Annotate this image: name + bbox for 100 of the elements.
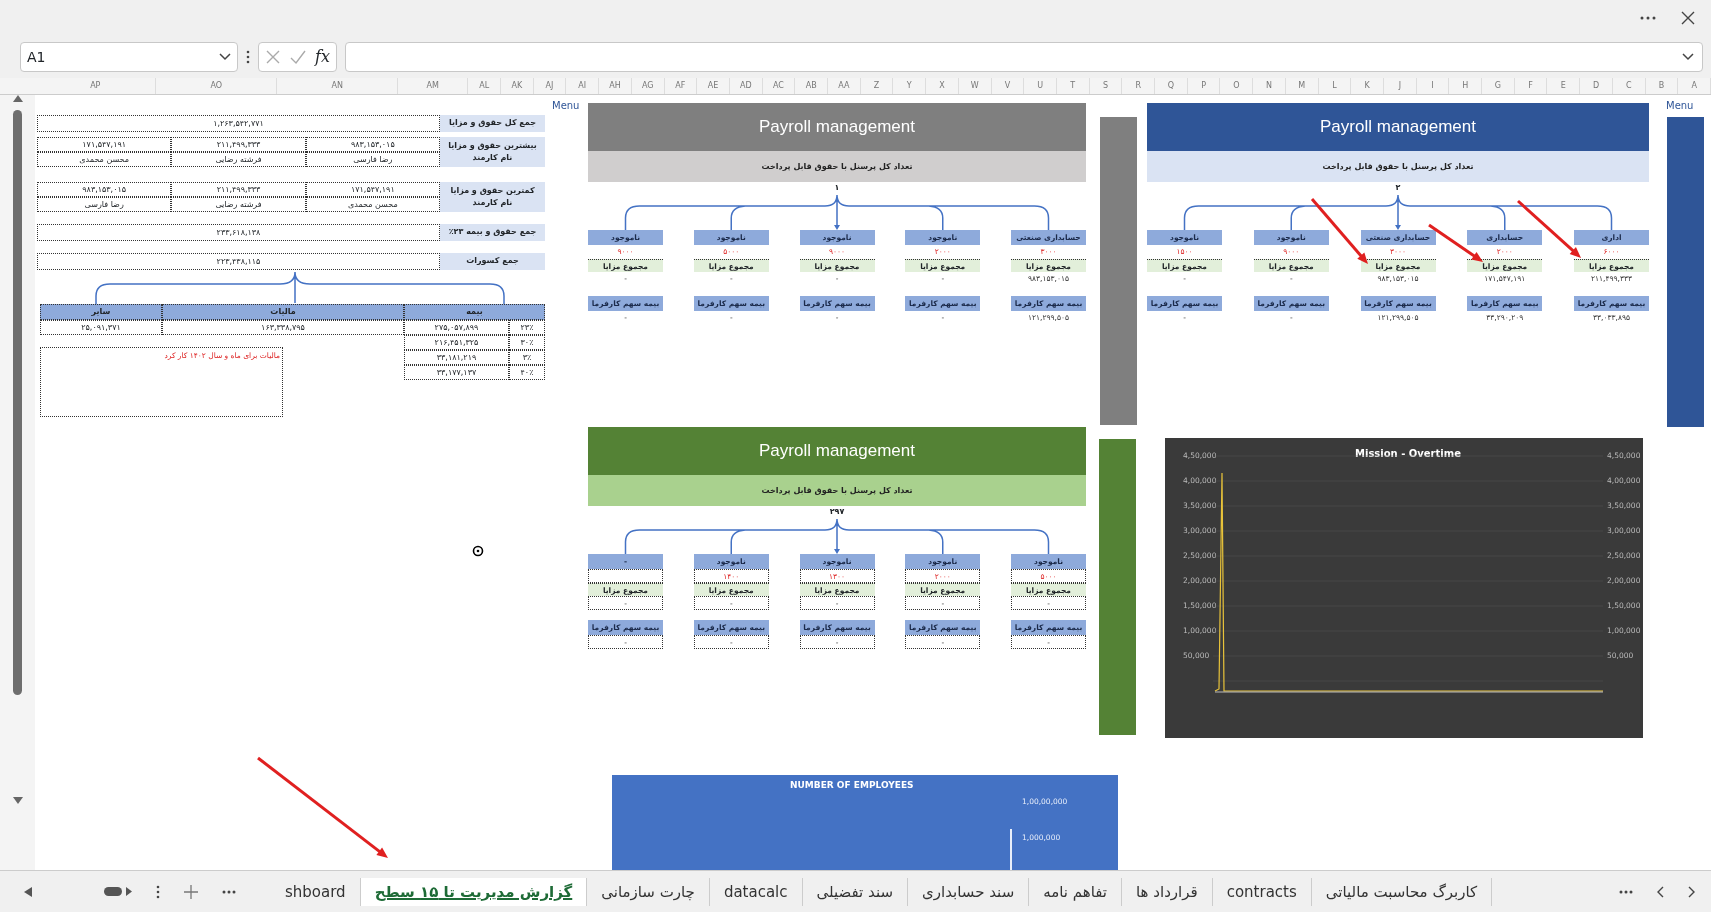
- chart-subtitle: تعداد کل پرسنل با حقوق قابل پرداخت: [588, 475, 1086, 506]
- column-header[interactable]: M: [1285, 78, 1319, 94]
- more-icon[interactable]: [1639, 15, 1657, 21]
- column-header[interactable]: AK: [501, 78, 534, 94]
- column-header[interactable]: AN: [277, 78, 399, 94]
- column-header[interactable]: AG: [631, 78, 665, 94]
- sheet-tab[interactable]: contracts: [1212, 877, 1312, 906]
- sheet-tab[interactable]: کاربرگ محاسبت مالیاتی: [1311, 877, 1493, 906]
- column-header[interactable]: AP: [35, 78, 157, 94]
- add-sheet-icon[interactable]: [184, 884, 198, 899]
- more-icon[interactable]: [1619, 889, 1633, 894]
- column-header[interactable]: V: [991, 78, 1025, 94]
- column-header[interactable]: C: [1612, 78, 1646, 94]
- table-cell: ۳۰٪: [509, 335, 545, 350]
- insert-function-button[interactable]: fx: [315, 45, 330, 69]
- column-header[interactable]: L: [1318, 78, 1352, 94]
- column-header[interactable]: AM: [398, 78, 469, 94]
- column-header[interactable]: S: [1089, 78, 1123, 94]
- column-header[interactable]: K: [1351, 78, 1384, 94]
- column-header[interactable]: AJ: [533, 78, 567, 94]
- sheet-tab[interactable]: سند تفضیلی: [802, 877, 909, 906]
- column-header[interactable]: W: [958, 78, 992, 94]
- more-vertical-icon[interactable]: [246, 50, 250, 64]
- scroll-left-icon[interactable]: [24, 886, 32, 897]
- chart-title: Mission - Overtime: [1355, 447, 1461, 461]
- table-cell: ۳٪: [509, 350, 545, 365]
- chart-title: NUMBER OF EMPLOYEES: [790, 779, 914, 792]
- column-header[interactable]: AD: [729, 78, 763, 94]
- row-label: جمع کل حقوق و مزایا: [440, 115, 545, 132]
- table-cell: محسن محمدی: [37, 152, 172, 167]
- column-header[interactable]: Y: [893, 78, 927, 94]
- column-header[interactable]: I: [1416, 78, 1450, 94]
- formula-input[interactable]: [344, 42, 1703, 72]
- table-cell: ۱۷۱,۵۴۷,۱۹۱: [305, 182, 440, 197]
- column-header[interactable]: AA: [828, 78, 861, 94]
- column-header[interactable]: AO: [156, 78, 278, 94]
- column-header[interactable]: T: [1056, 78, 1090, 94]
- column-header[interactable]: N: [1253, 78, 1286, 94]
- chart-title: Payroll management: [588, 103, 1086, 151]
- sheet-tab[interactable]: datacalc: [709, 877, 803, 906]
- sheet-tab[interactable]: shboard: [283, 877, 361, 906]
- column-header: مالیات: [162, 304, 404, 320]
- column-header[interactable]: X: [926, 78, 959, 94]
- scrollbar-thumb[interactable]: [13, 110, 22, 695]
- table-cell: ۲۱۱,۴۹۹,۳۳۳: [171, 137, 306, 152]
- column-header[interactable]: F: [1514, 78, 1548, 94]
- row-label: نام کارمند: [471, 197, 514, 209]
- chevron-down-icon: [219, 53, 231, 61]
- chevron-right-icon[interactable]: [1688, 885, 1695, 898]
- sheet-tab[interactable]: سند حسابداری: [908, 877, 1030, 906]
- more-vertical-icon[interactable]: [156, 884, 160, 899]
- chevron-left-icon[interactable]: [1657, 885, 1664, 898]
- chart-subtitle: تعداد کل پرسنل با حقوق قابل پرداخت: [1147, 151, 1649, 182]
- table-cell: ۳۳,۱۷۷,۱۳۷: [404, 365, 509, 380]
- sheet-tab[interactable]: گزارش مدیریت تا ۱۵ سطح: [360, 877, 588, 906]
- column-header[interactable]: Z: [860, 78, 894, 94]
- name-box[interactable]: A1: [20, 42, 238, 72]
- column-header[interactable]: U: [1024, 78, 1057, 94]
- menu-link[interactable]: Menu: [1666, 98, 1694, 113]
- table-cell: ۲۵,۰۹۱,۳۷۱: [40, 320, 162, 335]
- scrollbar-thumb[interactable]: [104, 887, 122, 896]
- close-icon[interactable]: [1681, 11, 1695, 25]
- column-header[interactable]: AL: [468, 78, 501, 94]
- column-header[interactable]: R: [1122, 78, 1156, 94]
- check-icon[interactable]: [289, 49, 307, 65]
- column-header[interactable]: D: [1580, 78, 1613, 94]
- row-label: کمترین حقوق و مزایا: [449, 185, 536, 197]
- table-cell: ۲۳۳,۶۱۸,۱۳۸: [37, 224, 440, 241]
- column-header[interactable]: Q: [1155, 78, 1188, 94]
- count-value: ۱: [834, 183, 840, 192]
- table-cell: رضا فارسی: [305, 152, 440, 167]
- chart-subtitle: تعداد کل پرسنل با حقوق قابل پرداخت: [588, 151, 1086, 182]
- table-cell: فرشته رضایی: [171, 197, 306, 212]
- column-header[interactable]: AI: [566, 78, 600, 94]
- table-cell: ۲۳٪: [509, 320, 545, 335]
- column-header[interactable]: A: [1678, 78, 1711, 94]
- column-header[interactable]: O: [1220, 78, 1254, 94]
- menu-link[interactable]: Menu: [552, 98, 580, 113]
- scroll-down-icon[interactable]: [12, 797, 23, 804]
- row-label: جمع حقوق و بیمه ۲۳٪: [440, 224, 545, 241]
- column-header[interactable]: AF: [664, 78, 698, 94]
- table-cell: ۹۸۳,۱۵۳,۰۱۵: [305, 137, 440, 152]
- column-header[interactable]: J: [1383, 78, 1417, 94]
- sheet-tab[interactable]: قرارداد ها: [1122, 877, 1213, 906]
- column-header[interactable]: AH: [599, 78, 632, 94]
- table-cell: محسن محمدی: [305, 197, 440, 212]
- column-header[interactable]: B: [1645, 78, 1679, 94]
- chevron-down-icon[interactable]: [1682, 53, 1694, 61]
- column-header[interactable]: G: [1482, 78, 1515, 94]
- column-header[interactable]: E: [1547, 78, 1581, 94]
- count-value: ۲: [1395, 183, 1401, 192]
- more-icon[interactable]: [222, 889, 236, 894]
- column-header[interactable]: P: [1187, 78, 1221, 94]
- chart-title: Payroll management: [1147, 103, 1649, 151]
- sheet-tab[interactable]: تفاهم نامه: [1029, 877, 1123, 906]
- column-header[interactable]: AE: [697, 78, 730, 94]
- column-header[interactable]: AC: [762, 78, 796, 94]
- column-header[interactable]: H: [1449, 78, 1483, 94]
- column-header[interactable]: AB: [795, 78, 828, 94]
- scroll-right-icon[interactable]: [126, 887, 132, 896]
